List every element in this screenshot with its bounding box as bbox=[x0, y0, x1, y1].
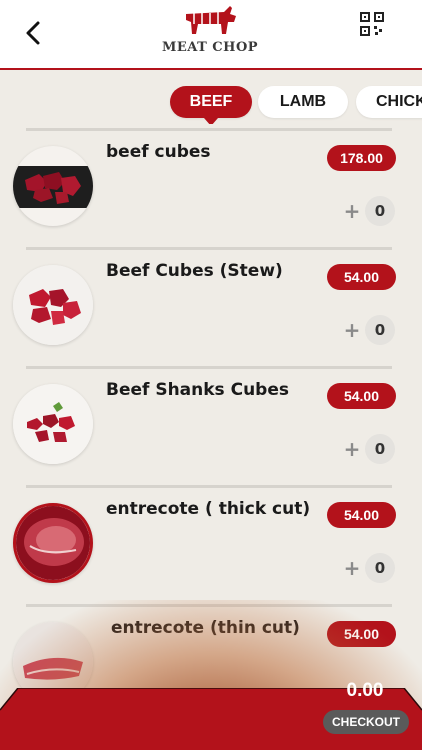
tab-lamb[interactable]: LAMB bbox=[258, 86, 348, 118]
product-name: entrecote ( thick cut) bbox=[106, 499, 311, 519]
divider bbox=[26, 485, 392, 488]
list-item[interactable]: Beef Cubes (Stew) 54.00 + 0 bbox=[0, 247, 422, 366]
product-name: Beef Cubes (Stew) bbox=[106, 261, 283, 281]
list-item[interactable]: Beef Shanks Cubes 54.00 + 0 bbox=[0, 366, 422, 485]
price-badge: 178.00 bbox=[327, 145, 396, 171]
add-button[interactable]: + bbox=[342, 199, 362, 223]
divider bbox=[26, 366, 392, 369]
product-name: entrecote (thin cut) bbox=[111, 618, 300, 638]
cart-total: 0.00 bbox=[346, 680, 384, 701]
category-tabs: BEEF LAMB CHICKEN bbox=[0, 84, 422, 124]
quantity-counter: 0 bbox=[365, 553, 395, 583]
product-name: Beef Shanks Cubes bbox=[106, 380, 289, 400]
checkout-button[interactable]: CHECKOUT bbox=[323, 710, 409, 734]
tab-chicken[interactable]: CHICKEN bbox=[356, 86, 422, 118]
product-image bbox=[13, 146, 93, 226]
qr-code-icon bbox=[360, 12, 384, 36]
chevron-left-icon bbox=[26, 21, 40, 45]
quantity-counter: 0 bbox=[365, 434, 395, 464]
app-logo: MEAT CHOP bbox=[160, 4, 260, 66]
divider bbox=[26, 128, 392, 131]
logo-text: MEAT CHOP bbox=[161, 40, 259, 55]
quantity-counter: 0 bbox=[365, 196, 395, 226]
list-item[interactable]: entrecote ( thick cut) 54.00 + 0 bbox=[0, 485, 422, 604]
list-item[interactable]: beef cubes 178.00 + 0 bbox=[0, 128, 422, 247]
divider bbox=[26, 604, 392, 607]
product-image bbox=[13, 384, 93, 464]
quantity-counter: 0 bbox=[365, 315, 395, 345]
tab-beef[interactable]: BEEF bbox=[170, 86, 252, 124]
price-badge: 54.00 bbox=[327, 264, 396, 290]
product-name: beef cubes bbox=[106, 142, 211, 162]
divider bbox=[26, 247, 392, 250]
product-image bbox=[13, 503, 93, 583]
app-header: MEAT CHOP bbox=[0, 0, 422, 70]
qr-button[interactable] bbox=[360, 12, 386, 38]
price-badge: 54.00 bbox=[327, 502, 396, 528]
add-button[interactable]: + bbox=[342, 556, 362, 580]
add-button[interactable]: + bbox=[342, 318, 362, 342]
add-button[interactable]: + bbox=[342, 437, 362, 461]
price-badge: 54.00 bbox=[327, 621, 396, 647]
price-badge: 54.00 bbox=[327, 383, 396, 409]
back-button[interactable] bbox=[18, 18, 48, 48]
product-image bbox=[13, 265, 93, 345]
bull-logo-icon bbox=[186, 6, 236, 34]
